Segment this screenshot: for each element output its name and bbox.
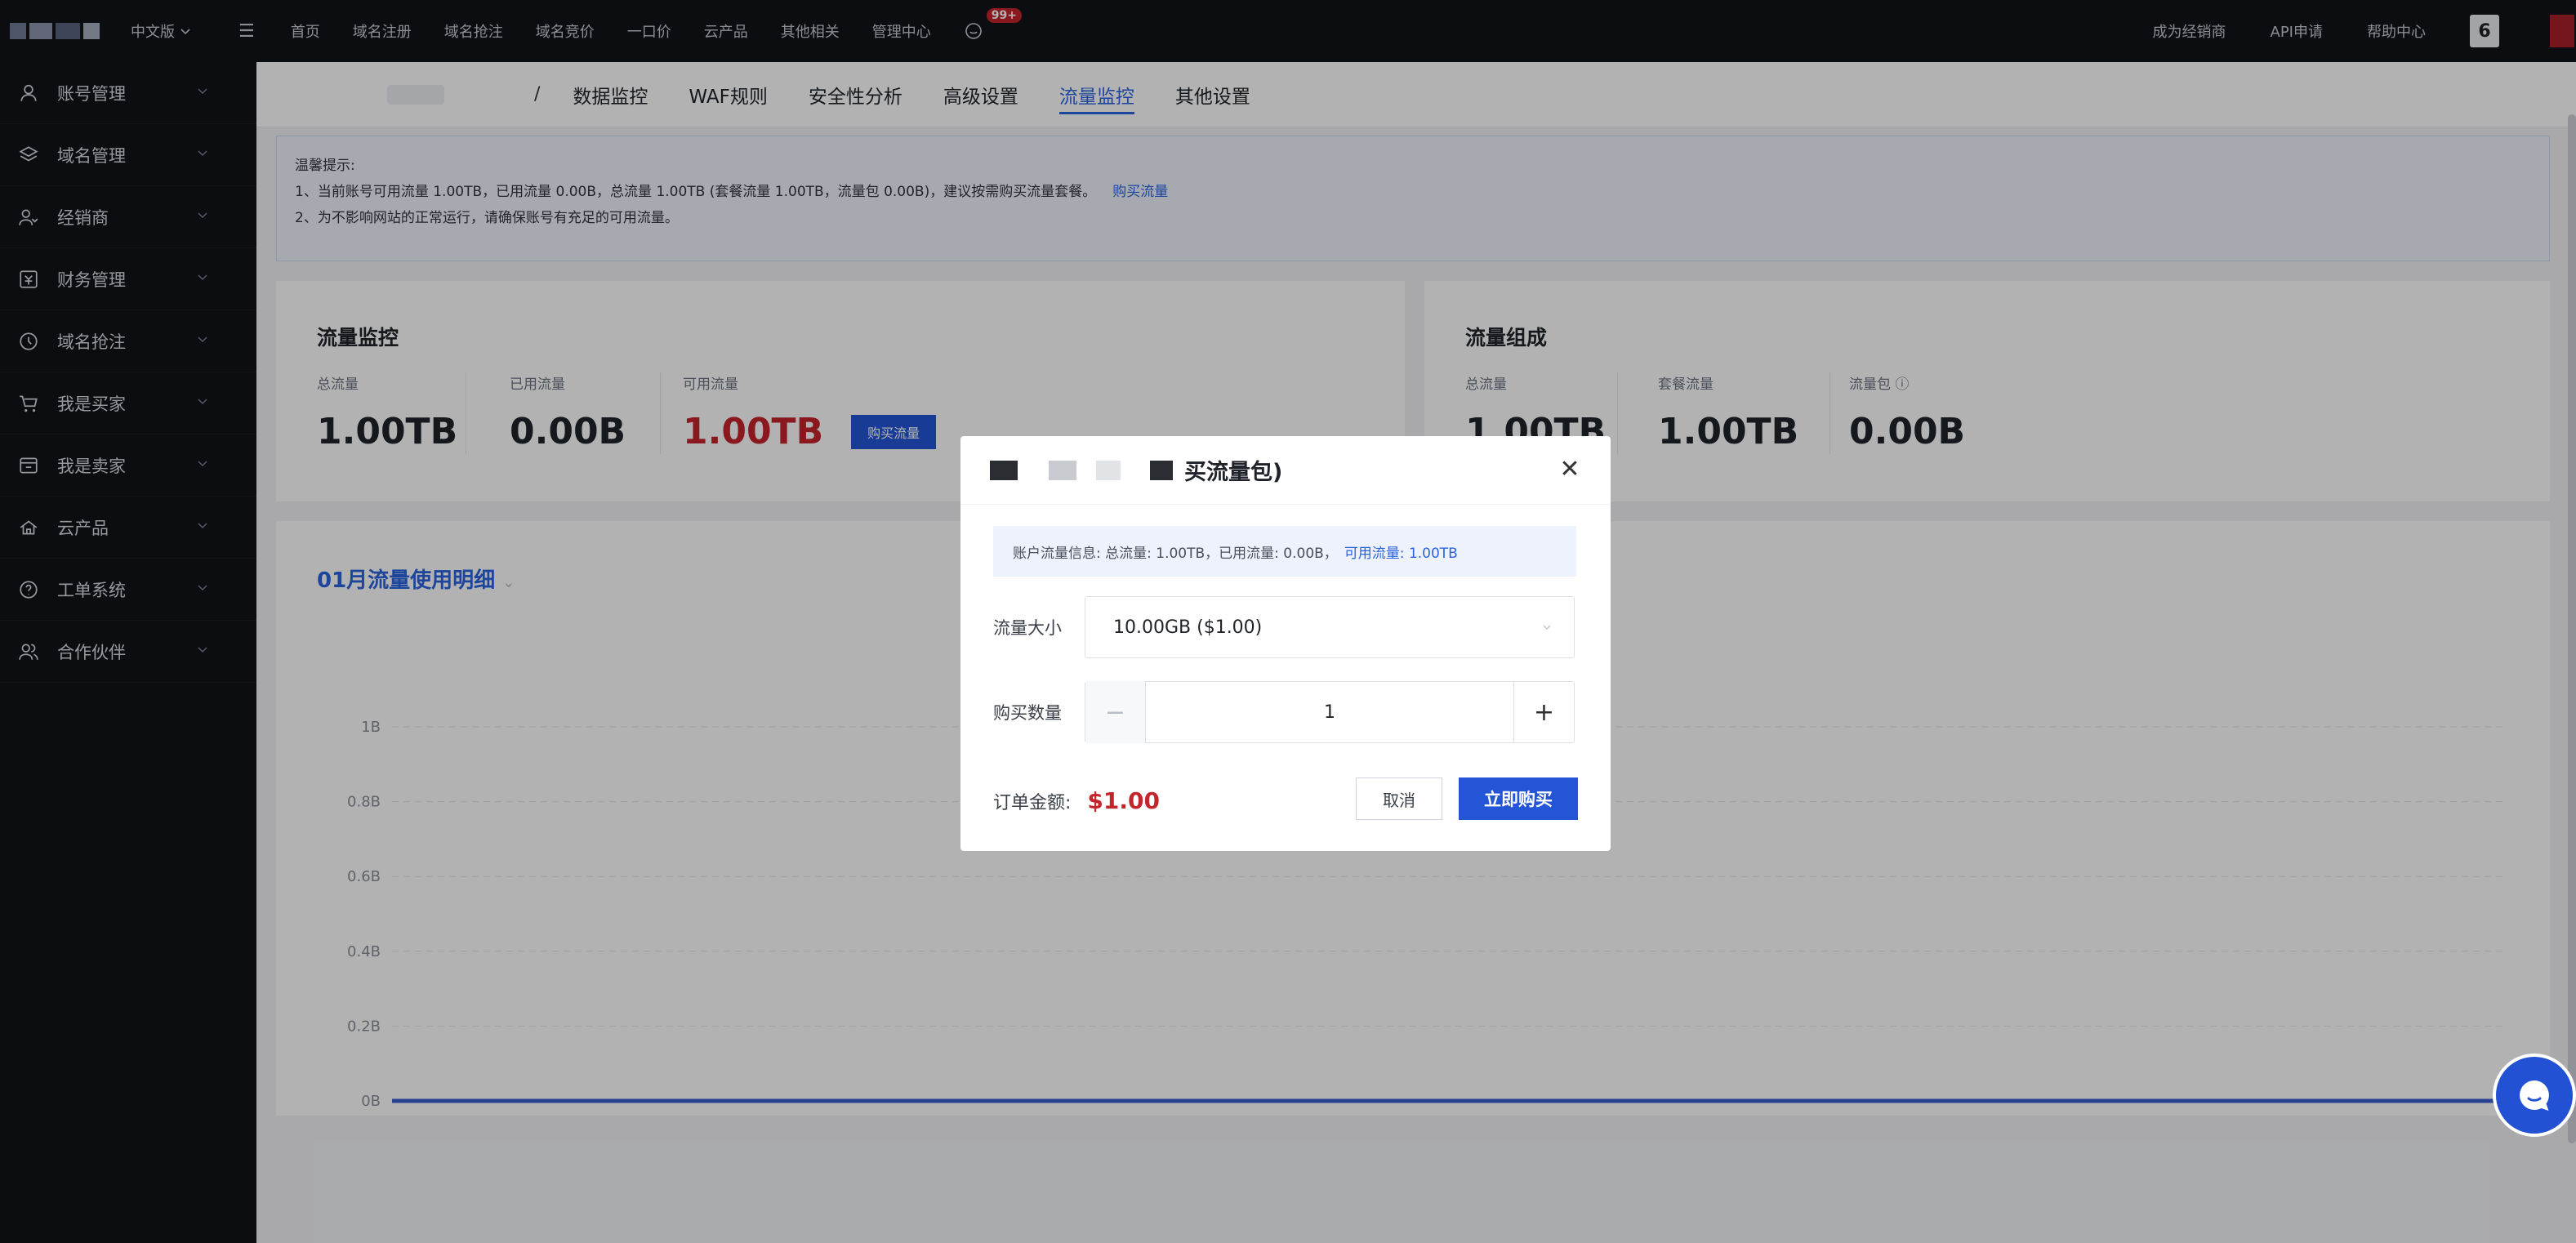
field-label: 购买数量 <box>993 703 1062 723</box>
quantity-row: 购买数量 − 1 + <box>993 681 1575 743</box>
account-traffic-info: 账户流量信息: 总流量: 1.00TB，已用流量: 0.00B， 可用流量: 1.… <box>993 526 1576 577</box>
redacted-block <box>1049 460 1076 480</box>
redacted-block <box>1150 460 1173 480</box>
buy-traffic-modal: 买流量包) ✕ 账户流量信息: 总流量: 1.00TB，已用流量: 0.00B，… <box>960 436 1611 851</box>
chat-icon <box>2520 1080 2549 1111</box>
total-label: 订单金额: <box>993 792 1072 813</box>
cancel-button[interactable]: 取消 <box>1356 777 1442 820</box>
order-total: 订单金额: $1.00 <box>993 787 1160 814</box>
select-value: 10.00GB ($1.00) <box>1113 617 1263 638</box>
increase-button[interactable]: + <box>1513 681 1574 743</box>
total-amount: $1.00 <box>1087 787 1160 814</box>
close-icon[interactable]: ✕ <box>1553 452 1586 485</box>
info-text: 账户流量信息: 总流量: 1.00TB，已用流量: 0.00B， <box>1013 545 1338 562</box>
chat-button[interactable] <box>2493 1054 2576 1137</box>
quantity-input[interactable]: 1 <box>1146 702 1513 723</box>
buy-now-button[interactable]: 立即购买 <box>1459 777 1578 820</box>
modal-title: 买流量包) <box>1184 460 1283 485</box>
traffic-size-row: 流量大小 10.00GB ($1.00) <box>993 596 1575 658</box>
redacted-block <box>990 460 1018 480</box>
info-available: 可用流量: 1.00TB <box>1344 545 1458 562</box>
decrease-button[interactable]: − <box>1085 681 1146 743</box>
quantity-stepper: − 1 + <box>1085 681 1575 743</box>
traffic-size-select[interactable]: 10.00GB ($1.00) <box>1085 596 1575 658</box>
modal-header: 买流量包) ✕ <box>960 436 1611 505</box>
chevron-down-icon <box>1543 625 1551 630</box>
field-label: 流量大小 <box>993 618 1062 638</box>
redacted-block <box>1096 460 1121 480</box>
